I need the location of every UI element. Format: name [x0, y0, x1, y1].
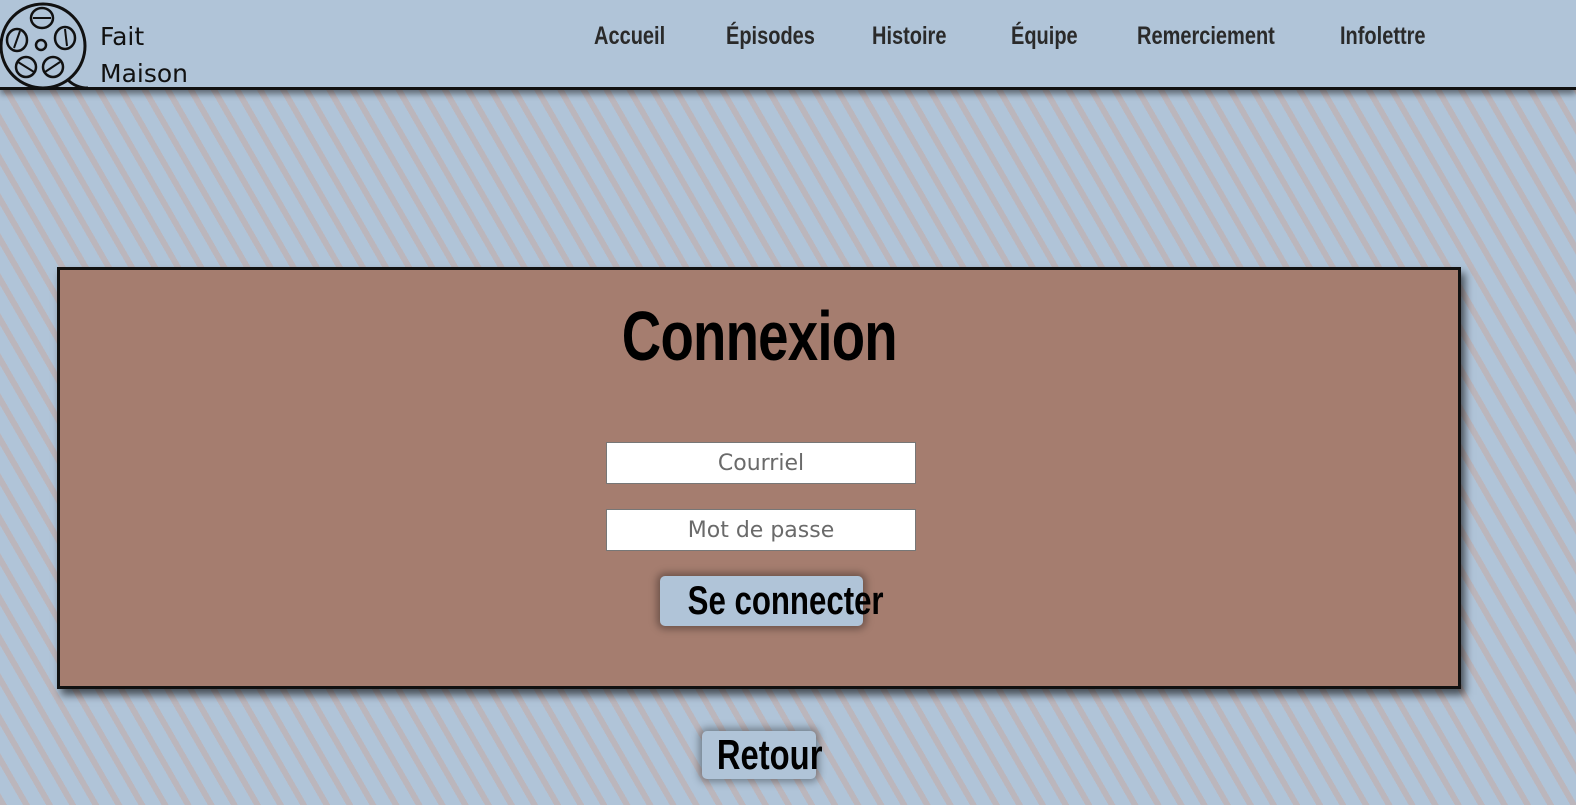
top-navigation-bar: Fait Maison Accueil Épisodes Histoire Éq… [0, 0, 1576, 90]
nav-item-remerciement[interactable]: Remerciement [1137, 22, 1275, 51]
site-name-line2: Maison [100, 59, 189, 88]
email-field[interactable] [606, 442, 916, 484]
site-name: Fait Maison [100, 18, 188, 92]
login-button-label: Se connecter [687, 578, 884, 623]
login-panel: Connexion Se connecter [57, 267, 1461, 689]
page-title-text: Connexion [621, 297, 897, 375]
site-name-line1: Fait [100, 22, 145, 51]
nav-item-infolettre[interactable]: Infolettre [1340, 22, 1426, 51]
nav-item-histoire[interactable]: Histoire [872, 22, 946, 51]
film-reel-icon [0, 2, 89, 90]
page-title: Connexion [60, 296, 1458, 376]
nav-item-episodes[interactable]: Épisodes [726, 22, 815, 51]
nav-item-equipe[interactable]: Équipe [1011, 22, 1078, 51]
password-field[interactable] [606, 509, 916, 551]
nav-item-accueil[interactable]: Accueil [594, 22, 665, 51]
back-button-label: Retour [716, 731, 823, 778]
back-button[interactable]: Retour [702, 731, 822, 779]
site-logo[interactable]: Fait Maison [0, 0, 210, 90]
login-button[interactable]: Se connecter [660, 576, 884, 626]
